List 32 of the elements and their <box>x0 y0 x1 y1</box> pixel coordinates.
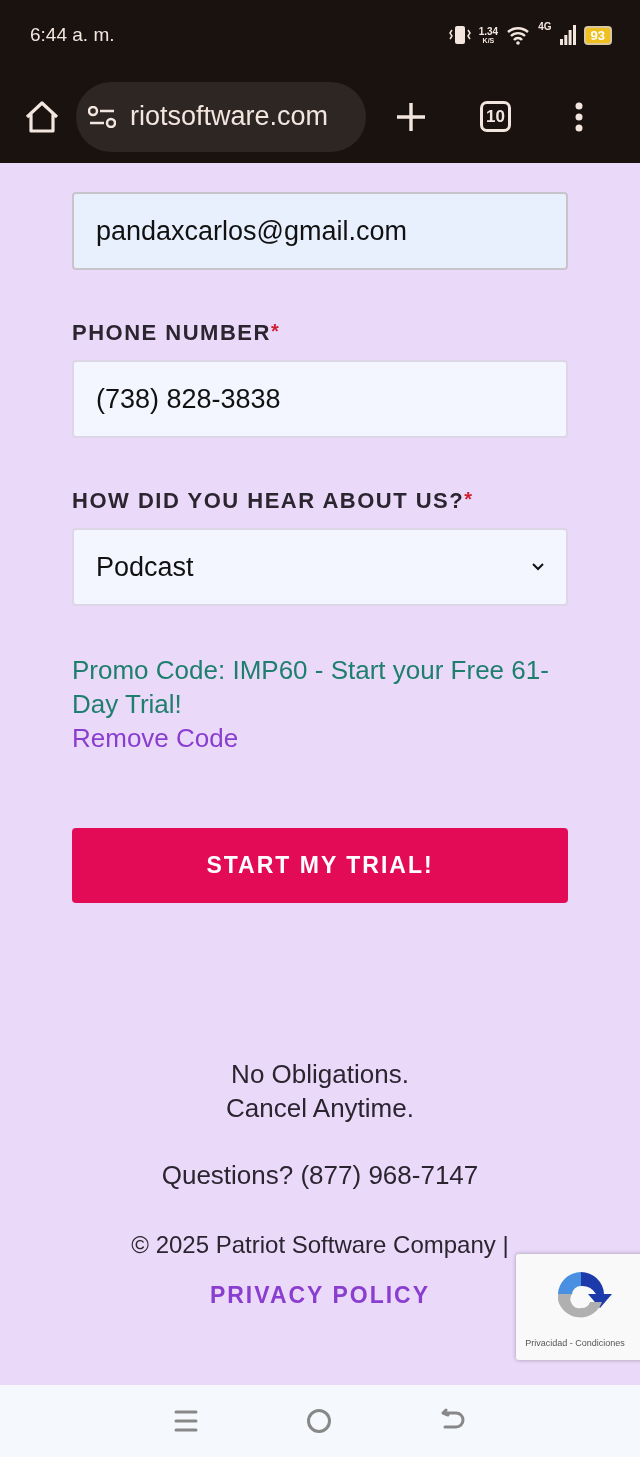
recaptcha-links[interactable]: Privacidad - Condiciones <box>525 1338 625 1348</box>
required-asterisk: * <box>464 488 473 512</box>
home-icon[interactable] <box>24 99 60 134</box>
input-field[interactable]: pandaxcarlos@gmail.com <box>72 192 568 270</box>
footer-note: No Obligations. <box>231 1058 409 1091</box>
input-field[interactable]: (738) 828-3838 <box>72 360 568 438</box>
privacy-policy-link[interactable]: PRIVACY POLICY <box>209 1282 431 1309</box>
tab-count[interactable]: 10 <box>480 101 511 132</box>
battery-level: 93 <box>583 25 612 45</box>
start-trial-button[interactable]: START MY TRIAL! <box>72 828 568 903</box>
site-settings-icon[interactable] <box>88 105 116 128</box>
address-bar[interactable]: riotsoftware.com <box>76 81 366 152</box>
copyright: © 2025 Patriot Software Company | <box>131 1230 509 1260</box>
remove-code-link[interactable]: Remove Code <box>72 721 239 755</box>
menu-icon[interactable] <box>174 1409 198 1433</box>
footer-note: Cancel Anytime. <box>226 1092 414 1125</box>
wifi-icon <box>506 25 531 45</box>
new-tab-icon[interactable] <box>396 101 426 132</box>
chevron-icon <box>532 563 544 571</box>
url-text: riotsoftware.com <box>130 101 329 132</box>
more-options-icon[interactable] <box>575 101 583 132</box>
field-label: PHONE NUMBER <box>72 320 271 346</box>
required-asterisk: * <box>270 320 279 344</box>
field-label: HOW DID YOU HEAR ABOUT US? <box>72 488 465 514</box>
network-type: 4G <box>538 21 552 32</box>
vibrate-icon <box>448 25 471 45</box>
promo-message: Promo Code: IMP60 - Start your Free 61-Day Trial! <box>72 654 550 721</box>
home-button-icon[interactable] <box>306 1408 332 1434</box>
clock: 6:44 a. m. <box>30 24 115 46</box>
signal-icon <box>559 25 576 45</box>
source-dropdown[interactable]: Podcast <box>72 528 568 606</box>
phone-contact: Questions? (877) 968-7147 <box>161 1159 479 1192</box>
